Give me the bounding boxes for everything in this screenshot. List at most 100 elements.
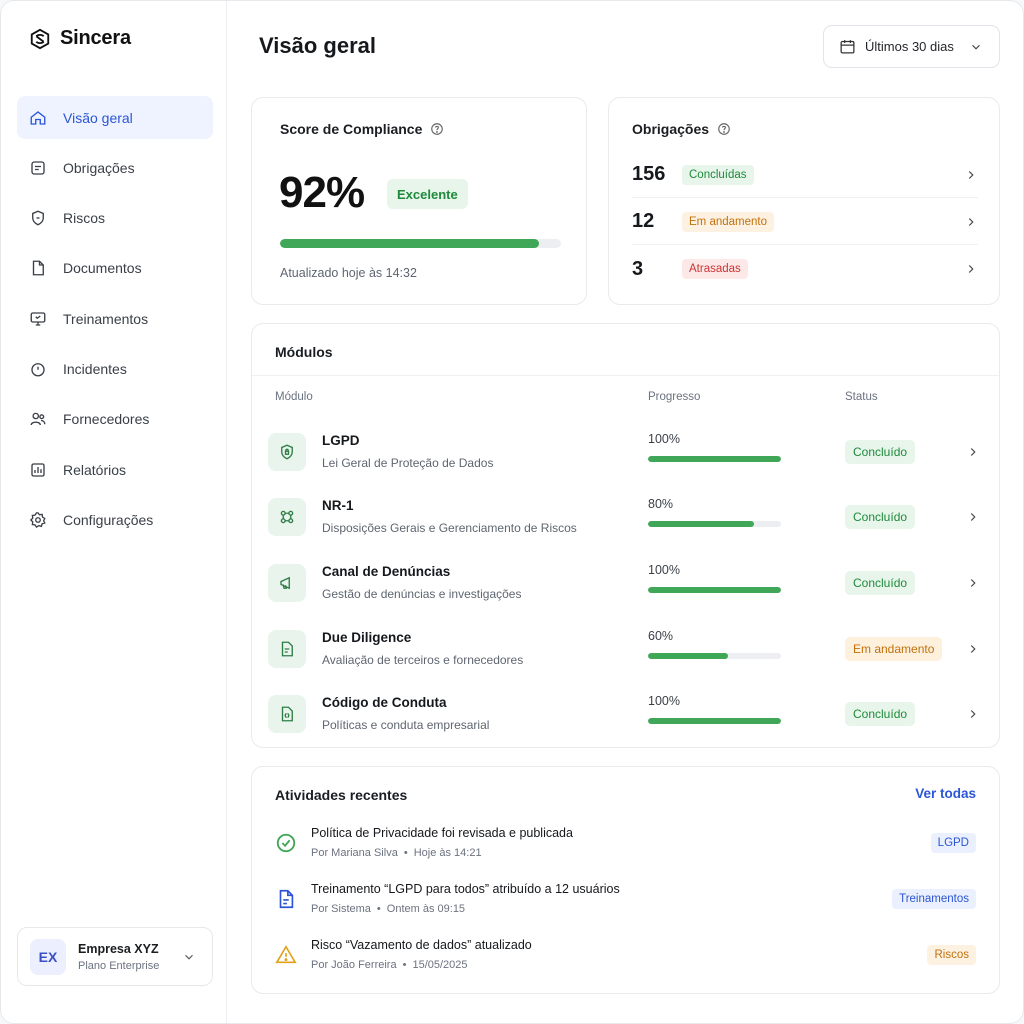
sidebar-item-label: Documentos	[63, 260, 142, 277]
sidebar-item-treinamentos[interactable]: Treinamentos	[17, 297, 213, 340]
sidebar-item-visao-geral[interactable]: Visão geral	[17, 96, 213, 139]
megaphone-icon	[280, 576, 290, 590]
document-search-icon	[281, 641, 293, 657]
module-row-codigo-de-conduta[interactable]: Código de Conduta Políticas e conduta em…	[252, 689, 999, 751]
sidebar-item-label: Incidentes	[63, 360, 127, 377]
module-row-lgpd[interactable]: LGPD Lei Geral de Proteção de Dados 100%…	[252, 427, 999, 489]
module-name: Canal de Denúncias	[322, 564, 451, 579]
column-header-status: Status	[845, 391, 878, 403]
calendar-icon	[840, 40, 855, 54]
module-progress-bar	[648, 718, 781, 724]
card-title-text: Score de Compliance	[280, 121, 423, 137]
activity-time: 15/05/2025	[412, 959, 468, 971]
activity-meta: Por Mariana Silva • Hoje às 14:21	[311, 847, 482, 859]
company-avatar: EX	[30, 938, 66, 975]
sidebar-item-riscos[interactable]: Riscos	[17, 197, 213, 240]
module-progress-fill	[648, 587, 781, 593]
status-badge: Em andamento	[682, 211, 774, 232]
activity-item[interactable]: Risco “Vazamento de dados” atualizado Po…	[252, 938, 999, 984]
help-icon[interactable]	[717, 122, 731, 136]
module-progress-bar	[648, 456, 781, 462]
obligation-row-concluidas[interactable]: 156 Concluídas	[632, 152, 978, 198]
sidebar-item-label: Riscos	[63, 210, 106, 227]
activity-item[interactable]: Política de Privacidade foi revisada e p…	[252, 826, 999, 872]
status-badge: Em andamento	[845, 637, 943, 661]
date-range-label: Últimos 30 dias	[865, 39, 954, 54]
sidebar-item-relatorios[interactable]: Relatórios	[17, 448, 213, 491]
document-code-icon	[281, 706, 293, 722]
module-description: Avaliação de terceiros e fornecedores	[322, 653, 524, 667]
module-name: Due Diligence	[322, 630, 412, 645]
company-name: Empresa XYZ	[78, 941, 159, 956]
activity-author: Por Sistema	[311, 903, 371, 915]
check-circle-icon	[276, 833, 296, 853]
date-range-select[interactable]: Últimos 30 dias	[823, 25, 1000, 68]
sidebar-item-incidentes[interactable]: Incidentes	[17, 347, 213, 390]
chevron-right-icon	[968, 217, 974, 226]
logo[interactable]: Sincera	[29, 27, 131, 50]
sidebar-item-label: Obrigações	[63, 159, 135, 176]
document-icon	[279, 889, 294, 909]
card-title: Módulos	[275, 344, 333, 360]
obligation-row-em-andamento[interactable]: 12 Em andamento	[632, 199, 978, 245]
gear-icon	[29, 512, 46, 528]
module-row-due-diligence[interactable]: Due Diligence Avaliação de terceiros e f…	[252, 624, 999, 686]
card-title: Obrigações	[632, 121, 731, 137]
activity-title: Política de Privacidade foi revisada e p…	[311, 826, 573, 840]
see-all-link[interactable]: Ver todas	[915, 786, 976, 801]
chevron-right-icon	[968, 170, 974, 179]
column-header-module: Módulo	[275, 391, 313, 403]
obligation-count: 12	[632, 210, 655, 232]
bar-chart-icon	[31, 462, 45, 477]
module-name: NR-1	[322, 498, 354, 513]
module-progress-bar	[648, 587, 781, 593]
sidebar: Sincera Visão geral Obrigações Riscos Do…	[1, 1, 227, 1023]
card-title: Score de Compliance	[280, 121, 444, 137]
module-icon	[268, 433, 306, 471]
module-description: Políticas e conduta empresarial	[322, 718, 490, 732]
module-description: Lei Geral de Proteção de Dados	[322, 456, 494, 470]
module-icon	[268, 564, 306, 602]
company-info: Empresa XYZ Plano Enterprise	[78, 942, 159, 972]
status-badge: Concluído	[845, 440, 916, 464]
status-badge: Atrasadas	[682, 259, 748, 279]
company-plan: Plano Enterprise	[78, 959, 160, 972]
sidebar-item-obrigacoes[interactable]: Obrigações	[17, 146, 213, 189]
chevron-right-icon	[970, 645, 976, 653]
module-progress-text: 100%	[648, 563, 680, 577]
obligation-count: 156	[632, 163, 666, 185]
activity-tag: Treinamentos	[892, 889, 976, 909]
modules-card: Módulos Módulo Progresso Status LGPD Lei…	[251, 323, 1000, 748]
sidebar-item-fornecedores[interactable]: Fornecedores	[17, 398, 213, 441]
module-progress-bar	[648, 653, 781, 659]
status-badge: Concluído	[845, 571, 916, 595]
status-badge: Concluídas	[682, 164, 754, 185]
score-progress-bar	[280, 239, 561, 248]
sincera-logo-icon	[30, 28, 50, 49]
activity-title: Treinamento “LGPD para todos” atribuído …	[311, 882, 620, 896]
score-updated: Atualizado hoje às 14:32	[280, 266, 417, 280]
activity-item[interactable]: Treinamento “LGPD para todos” atribuído …	[252, 882, 999, 928]
sidebar-item-configuracoes[interactable]: Configurações	[17, 498, 213, 541]
activity-tag: Riscos	[927, 945, 976, 965]
company-switcher[interactable]: EX Empresa XYZ Plano Enterprise	[17, 927, 213, 986]
help-icon[interactable]	[430, 122, 444, 136]
chevron-right-icon	[970, 513, 976, 521]
alert-circle-icon	[31, 363, 45, 377]
checklist-icon	[31, 161, 45, 175]
chevron-right-icon	[970, 710, 976, 718]
network-icon	[280, 510, 294, 524]
obligation-row-atrasadas[interactable]: 3 Atrasadas	[632, 246, 978, 292]
sidebar-nav: Visão geral Obrigações Riscos Documentos…	[17, 96, 213, 549]
status-badge: Concluído	[845, 505, 916, 529]
module-progress-text: 80%	[648, 497, 674, 511]
module-progress-fill	[648, 456, 781, 462]
divider	[252, 375, 999, 376]
score-value: 92%	[279, 168, 365, 217]
module-row-canal-de-denuncias[interactable]: Canal de Denúncias Gestão de denúncias e…	[252, 558, 999, 620]
column-header-progress: Progresso	[648, 391, 701, 403]
activity-author: Por João Ferreira	[311, 959, 397, 971]
module-progress-bar	[648, 521, 781, 527]
module-row-nr-1[interactable]: NR-1 Disposições Gerais e Gerenciamento …	[252, 492, 999, 554]
sidebar-item-documentos[interactable]: Documentos	[17, 247, 213, 290]
